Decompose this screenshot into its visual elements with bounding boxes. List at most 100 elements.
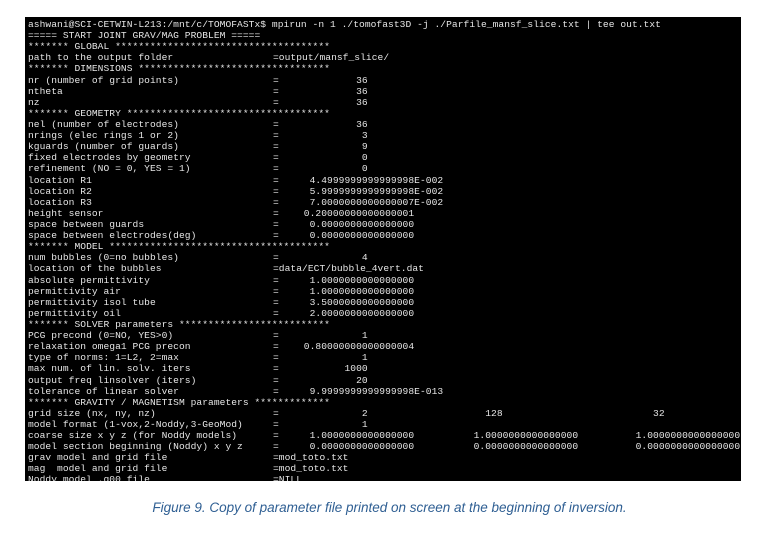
parameter-label: model section beginning (Noddy) x y z xyxy=(28,441,243,453)
parameter-value: 2 xyxy=(298,407,368,419)
parameter-equals: = xyxy=(273,374,279,386)
parameter-row: absolute permittivity = 1.000000000000000… xyxy=(28,275,741,286)
parameter-row: fixed electrodes by geometry = 0 xyxy=(28,152,741,163)
parameter-value: 0.0000000000000000 xyxy=(298,218,415,230)
parameter-row: tolerance of linear solver = 9.9999999999… xyxy=(28,386,741,397)
parameter-label: model format (1-vox,2-Noddy,3-GeoMod) xyxy=(28,418,243,430)
parameter-value: 1 xyxy=(298,330,368,342)
parameter-value-2: 0.0000000000000000 xyxy=(462,441,579,453)
parameter-value: 1.0000000000000000 xyxy=(298,274,415,286)
parameter-label: PCG precond (0=NO, YES>0) xyxy=(28,330,174,342)
parameter-row: model section beginning (Noddy) x y z = 0… xyxy=(28,441,741,452)
parameter-equals: = xyxy=(273,385,279,397)
parameter-row: Noddy model .g00 file =NILL xyxy=(28,474,741,481)
parameter-value: 0 xyxy=(298,163,368,175)
parameter-row: type of norms: 1=L2, 2=max = 1 xyxy=(28,352,741,363)
parameter-label: location R2 xyxy=(28,185,92,197)
parameter-label: num bubbles (0=no bubbles) xyxy=(28,252,179,264)
parameter-value: 3 xyxy=(298,130,368,142)
parameter-equals: =mod_toto.txt xyxy=(273,463,349,475)
parameter-equals: = xyxy=(273,418,279,430)
parameter-label: grid size (nx, ny, nz) xyxy=(28,407,156,419)
parameter-row: height sensor = 0.20000000000000001 xyxy=(28,208,741,219)
parameter-label: max num. of lin. solv. iters xyxy=(28,363,191,375)
parameter-label: coarse size x y z (for Noddy models) xyxy=(28,430,238,442)
banner-line: ===== START JOINT GRAV/MAG PROBLEM ===== xyxy=(28,30,741,41)
parameter-value-3: 0.0000000000000000 xyxy=(624,441,741,453)
parameter-equals: = xyxy=(273,296,279,308)
parameter-label: tolerance of linear solver xyxy=(28,385,179,397)
parameter-label: location R1 xyxy=(28,174,92,186)
parameter-equals: = xyxy=(273,141,279,153)
parameter-equals: = xyxy=(273,407,279,419)
parameter-equals: = xyxy=(273,341,279,353)
parameter-equals: = xyxy=(273,441,279,453)
parameter-equals: = xyxy=(273,252,279,264)
parameter-equals: = xyxy=(273,74,279,86)
parameter-row: nel (number of electrodes) = 36 xyxy=(28,119,741,130)
parameter-equals: = xyxy=(273,430,279,442)
parameter-value: 4.4999999999999998E-002 xyxy=(298,174,444,186)
section-header-text: ******* GLOBAL *************************… xyxy=(28,41,330,53)
parameter-equals: =output/mansf_slice/ xyxy=(273,52,390,64)
parameter-label: permittivity air xyxy=(28,285,121,297)
section-header-text: ******* GRAVITY / MAGNETISM parameters *… xyxy=(28,396,330,408)
parameter-label: path to the output folder xyxy=(28,52,174,64)
parameter-label: location R3 xyxy=(28,196,92,208)
parameter-row: nr (number of grid points) = 36 xyxy=(28,75,741,86)
parameter-value: 36 xyxy=(298,74,368,86)
parameter-value: 1 xyxy=(298,352,368,364)
parameter-list: ******* GLOBAL *************************… xyxy=(28,41,741,481)
parameter-equals: = xyxy=(273,163,279,175)
parameter-equals: = xyxy=(273,363,279,375)
section-header-text: ******* SOLVER parameters **************… xyxy=(28,318,330,330)
parameter-value: 36 xyxy=(298,96,368,108)
parameter-value: 4 xyxy=(298,252,368,264)
parameter-equals: = xyxy=(273,130,279,142)
parameter-row: permittivity isol tube = 3.50000000000000… xyxy=(28,297,741,308)
parameter-equals: = xyxy=(273,96,279,108)
parameter-equals: = xyxy=(273,330,279,342)
parameter-row: max num. of lin. solv. iters = 1000 xyxy=(28,363,741,374)
parameter-equals: = xyxy=(273,218,279,230)
parameter-label: space between guards xyxy=(28,218,145,230)
parameter-label: location of the bubbles xyxy=(28,263,162,275)
parameter-equals: =NILL xyxy=(273,474,303,481)
parameter-label: ntheta xyxy=(28,85,63,97)
parameter-label: permittivity isol tube xyxy=(28,296,156,308)
parameter-value: 36 xyxy=(298,118,368,130)
banner-text: ===== START JOINT GRAV/MAG PROBLEM ===== xyxy=(28,30,261,42)
parameter-row: permittivity oil = 2.0000000000000000 xyxy=(28,308,741,319)
parameter-label: nr (number of grid points) xyxy=(28,74,179,86)
section-header-text: ******* GEOMETRY ***********************… xyxy=(28,107,330,119)
parameter-value: 0.80000000000000004 xyxy=(298,341,415,353)
section-header-text: ******* MODEL **************************… xyxy=(28,241,330,253)
terminal-output: ashwani@SCI-CETWIN-L213:/mnt/c/TOMOFASTx… xyxy=(25,17,741,481)
parameter-value-3: 1.0000000000000000 xyxy=(624,430,741,442)
parameter-equals: = xyxy=(273,307,279,319)
parameter-row: kguards (number of guards) = 9 xyxy=(28,141,741,152)
parameter-label: refinement (NO = 0, YES = 1) xyxy=(28,163,191,175)
parameter-value: 0 xyxy=(298,152,368,164)
parameter-value: 3.5000000000000000 xyxy=(298,296,415,308)
parameter-label: type of norms: 1=L2, 2=max xyxy=(28,352,179,364)
parameter-label: height sensor xyxy=(28,207,104,219)
parameter-row: space between electrodes(deg) = 0.0000000… xyxy=(28,230,741,241)
parameter-row: model format (1-vox,2-Noddy,3-GeoMod) = 1 xyxy=(28,419,741,430)
section-header: ******* SOLVER parameters **************… xyxy=(28,319,741,330)
parameter-value: 7.0000000000000007E-002 xyxy=(298,196,444,208)
parameter-label: kguards (number of guards) xyxy=(28,141,179,153)
parameter-equals: = xyxy=(273,285,279,297)
section-header: ******* DIMENSIONS *********************… xyxy=(28,63,741,74)
parameter-value: 36 xyxy=(298,85,368,97)
parameter-label: space between electrodes(deg) xyxy=(28,230,197,242)
parameter-row: ntheta = 36 xyxy=(28,86,741,97)
parameter-value: 2.0000000000000000 xyxy=(298,307,415,319)
figure-caption: Figure 9. Copy of parameter file printed… xyxy=(152,500,627,515)
parameter-label: fixed electrodes by geometry xyxy=(28,152,191,164)
parameter-row: permittivity air = 1.0000000000000000 xyxy=(28,286,741,297)
parameter-equals: = xyxy=(273,118,279,130)
parameter-row: grid size (nx, ny, nz) = 2 128 32 xyxy=(28,408,741,419)
parameter-label: output freq linsolver (iters) xyxy=(28,374,197,386)
section-header: ******* MODEL **************************… xyxy=(28,241,741,252)
